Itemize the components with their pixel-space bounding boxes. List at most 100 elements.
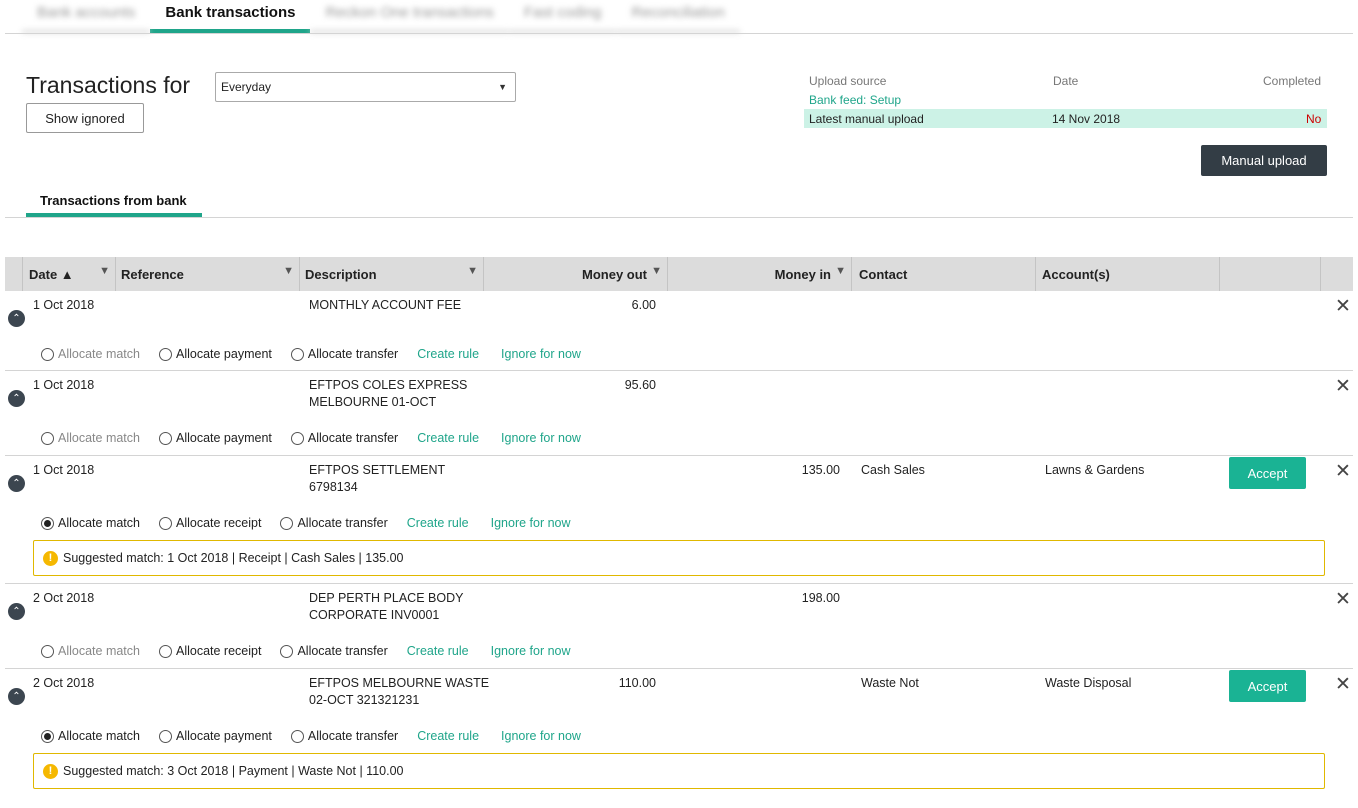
radio-button[interactable] [41, 347, 54, 361]
chevron-up-icon[interactable]: ⌃ [8, 688, 25, 705]
upload-date-header: Date [1053, 74, 1079, 88]
radio-button[interactable] [41, 516, 54, 530]
radio-button[interactable] [290, 431, 304, 445]
row-account: Waste Disposal [1045, 676, 1132, 690]
radio-button[interactable] [280, 644, 294, 658]
allocate-payment-option[interactable]: Allocate payment [158, 729, 272, 743]
ignore-for-now-link[interactable]: Ignore for now [501, 431, 581, 445]
row-divider [5, 668, 1353, 669]
show-ignored-button[interactable]: Show ignored [26, 103, 144, 133]
allocate-payment-label: Allocate payment [175, 431, 272, 445]
close-icon[interactable]: ✕ [1335, 462, 1351, 481]
tab-reckon-one-transactions[interactable]: Reckon One transactions [310, 0, 509, 33]
row-description-line2: MELBOURNE 01-OCT [309, 395, 437, 409]
allocate-match-option[interactable]: Allocate match [41, 729, 140, 743]
radio-button[interactable] [41, 431, 54, 445]
account-select[interactable]: Everyday ▼ [215, 72, 516, 102]
tab-bank-transactions[interactable]: Bank transactions [150, 0, 311, 33]
column-money-in[interactable]: Money in ▼ [667, 257, 851, 291]
allocate-transfer-option[interactable]: Allocate transfer [290, 431, 398, 445]
row-account: Lawns & Gardens [1045, 463, 1145, 477]
ignore-for-now-link[interactable]: Ignore for now [491, 644, 571, 658]
tab-fast-coding[interactable]: Fast coding [508, 0, 617, 33]
radio-button[interactable] [41, 729, 54, 743]
column-description[interactable]: Description ▼ [299, 257, 483, 291]
allocate-match-label: Allocate match [58, 644, 140, 658]
row-date: 1 Oct 2018 [33, 463, 95, 477]
allocate-receipt-option[interactable]: Allocate receipt [158, 516, 261, 530]
radio-button[interactable] [280, 516, 294, 530]
close-icon[interactable]: ✕ [1335, 675, 1351, 694]
column-date[interactable]: Date ▲ ▼ [22, 257, 115, 291]
row-description-line1: EFTPOS SETTLEMENT [309, 463, 446, 477]
chevron-up-icon[interactable]: ⌃ [8, 475, 25, 492]
create-rule-link[interactable]: Create rule [417, 729, 479, 743]
row-money-out: 6.00 [631, 298, 656, 312]
radio-button[interactable] [158, 729, 172, 743]
create-rule-link[interactable]: Create rule [417, 347, 479, 361]
allocate-transfer-label: Allocate transfer [307, 347, 399, 361]
ignore-for-now-link[interactable]: Ignore for now [501, 729, 581, 743]
radio-button[interactable] [290, 347, 304, 361]
allocate-transfer-option[interactable]: Allocate transfer [280, 644, 388, 658]
allocate-transfer-option[interactable]: Allocate transfer [280, 516, 388, 530]
filter-icon[interactable]: ▼ [99, 265, 110, 277]
ignore-for-now-link[interactable]: Ignore for now [491, 516, 571, 530]
row-description-line1: EFTPOS COLES EXPRESS [309, 378, 468, 392]
filter-icon[interactable]: ▼ [283, 265, 294, 277]
page-title: Transactions for [26, 72, 191, 98]
close-icon[interactable]: ✕ [1335, 590, 1351, 609]
radio-button[interactable] [290, 729, 304, 743]
column-close [1320, 257, 1353, 291]
close-icon[interactable]: ✕ [1335, 297, 1351, 316]
allocate-transfer-option[interactable]: Allocate transfer [290, 347, 399, 361]
allocate-match-option[interactable]: Allocate match [41, 644, 140, 658]
radio-button[interactable] [158, 347, 172, 361]
row-date: 1 Oct 2018 [33, 378, 95, 392]
filter-icon[interactable]: ▼ [651, 265, 662, 277]
warning-icon: ! [43, 550, 58, 566]
allocate-transfer-option[interactable]: Allocate transfer [290, 729, 398, 743]
column-reference[interactable]: Reference ▼ [115, 257, 299, 291]
accept-button[interactable]: Accept [1229, 670, 1306, 702]
tab-bank-accounts[interactable]: Bank accounts [22, 0, 151, 33]
close-icon[interactable]: ✕ [1335, 377, 1351, 396]
create-rule-link[interactable]: Create rule [407, 644, 469, 658]
row-description-line2: CORPORATE INV0001 [309, 608, 440, 622]
filter-icon[interactable]: ▼ [835, 265, 846, 277]
filter-icon[interactable]: ▼ [467, 265, 478, 277]
allocate-match-option[interactable]: Allocate match [41, 431, 140, 445]
caret-down-icon: ▼ [498, 82, 507, 92]
allocate-transfer-label: Allocate transfer [297, 644, 388, 658]
row-divider [5, 455, 1353, 456]
allocate-payment-option[interactable]: Allocate payment [158, 347, 272, 361]
tab-transactions-from-bank[interactable]: Transactions from bank [26, 186, 202, 217]
allocation-options: Allocate match Allocate payment Allocate t… [41, 431, 603, 445]
column-money-out[interactable]: Money out ▼ [483, 257, 667, 291]
allocate-match-option[interactable]: Allocate match [41, 347, 140, 361]
suggested-match-banner[interactable]: ! Suggested match: 1 Oct 2018 | Receipt |… [33, 540, 1325, 576]
row-description-line2: 6798134 [309, 480, 358, 494]
radio-button[interactable] [158, 644, 172, 658]
ignore-for-now-link[interactable]: Ignore for now [501, 347, 581, 361]
column-contact: Contact [851, 257, 1035, 291]
radio-button[interactable] [41, 644, 54, 658]
allocate-payment-option[interactable]: Allocate payment [158, 431, 272, 445]
column-money-out-label: Money out [582, 267, 647, 282]
allocate-payment-label: Allocate payment [175, 729, 272, 743]
allocate-receipt-option[interactable]: Allocate receipt [158, 644, 261, 658]
manual-upload-button[interactable]: Manual upload [1201, 145, 1327, 176]
chevron-up-icon[interactable]: ⌃ [8, 390, 25, 407]
create-rule-link[interactable]: Create rule [407, 516, 469, 530]
suggested-match-banner[interactable]: ! Suggested match: 3 Oct 2018 | Payment |… [33, 753, 1325, 789]
radio-button[interactable] [158, 516, 172, 530]
chevron-up-icon[interactable]: ⌃ [8, 310, 25, 327]
chevron-up-icon[interactable]: ⌃ [8, 603, 25, 620]
bank-feed-setup-link[interactable]: Bank feed: Setup [809, 93, 901, 107]
radio-button[interactable] [158, 431, 172, 445]
tab-reconciliation[interactable]: Reconciliation [616, 0, 740, 33]
create-rule-link[interactable]: Create rule [417, 431, 479, 445]
accept-button[interactable]: Accept [1229, 457, 1306, 489]
allocate-match-option[interactable]: Allocate match [41, 516, 140, 530]
row-money-in: 135.00 [801, 463, 840, 477]
